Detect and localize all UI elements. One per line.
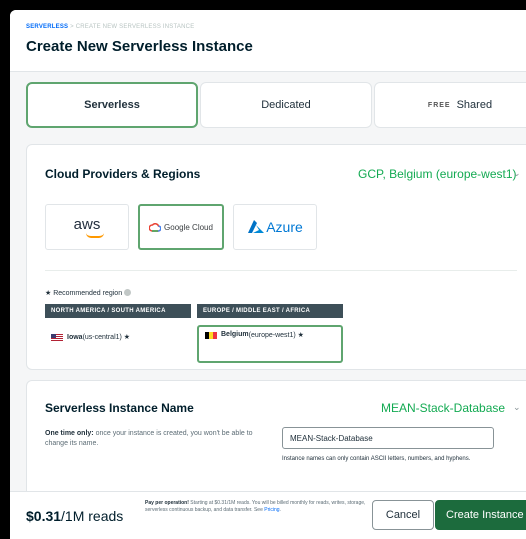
instance-name-summary[interactable]: MEAN-Stack-Database xyxy=(381,401,505,415)
google-cloud-icon xyxy=(149,222,162,232)
azure-label: Azure xyxy=(266,219,303,235)
google-cloud-logo: Google Cloud xyxy=(149,222,213,232)
chevron-down-icon[interactable]: ⌄ xyxy=(513,402,521,413)
region-belgium-name: Belgium xyxy=(221,331,249,338)
aws-smile-icon xyxy=(86,233,104,238)
page-title: Create New Serverless Instance xyxy=(26,38,253,55)
azure-logo: Azure xyxy=(247,219,303,235)
recommended-region-label: ★ Recommended region xyxy=(45,289,132,297)
free-badge: FREE xyxy=(427,101,451,109)
instance-name-card: Serverless Instance Name MEAN-Stack-Data… xyxy=(26,380,526,500)
instance-name-input[interactable] xyxy=(282,427,494,449)
region-group-americas-header: NORTH AMERICA / SOUTH AMERICA xyxy=(45,304,191,318)
pricing-note: Pay per operation! Starting at $0.31/1M … xyxy=(145,500,375,514)
region-iowa-option[interactable]: Iowa (us-central1) ★ xyxy=(51,331,130,343)
instance-name-title: Serverless Instance Name xyxy=(45,401,194,415)
tab-dedicated[interactable]: Dedicated xyxy=(200,82,372,128)
azure-icon xyxy=(248,220,265,233)
breadcrumb: SERVERLESS > CREATE NEW SERVERLESS INSTA… xyxy=(26,24,194,30)
region-belgium-code: (europe-west1) ★ xyxy=(248,332,304,339)
instance-name-hint: Instance names can only contain ASCII le… xyxy=(282,456,471,462)
provider-list: aws Google Cloud Azure xyxy=(45,204,525,250)
tab-shared[interactable]: FREE Shared xyxy=(374,82,526,128)
chevron-down-icon[interactable]: ⌄ xyxy=(513,168,521,179)
section-divider xyxy=(45,270,517,271)
breadcrumb-current: CREATE NEW SERVERLESS INSTANCE xyxy=(75,24,195,30)
breadcrumb-separator: > xyxy=(68,24,76,30)
breadcrumb-serverless-link[interactable]: SERVERLESS xyxy=(26,24,68,30)
aws-logo-text: aws xyxy=(73,215,101,233)
pricing-link[interactable]: Pricing xyxy=(264,507,279,513)
belgium-flag-icon xyxy=(205,332,217,339)
tab-serverless-label: Serverless xyxy=(84,99,140,111)
info-icon[interactable] xyxy=(124,289,132,296)
provider-google-cloud-tile[interactable]: Google Cloud xyxy=(138,204,224,250)
tab-shared-label: Shared xyxy=(456,99,493,111)
create-instance-button[interactable]: Create Instance xyxy=(435,500,526,530)
pricing-note-emphasis: Pay per operation! xyxy=(145,500,189,506)
pricing-note-end: . xyxy=(279,507,281,513)
app-window: SERVERLESS > CREATE NEW SERVERLESS INSTA… xyxy=(10,10,526,539)
region-iowa-name: Iowa xyxy=(67,333,83,341)
us-flag-icon xyxy=(51,333,63,341)
tier-tabs: Serverless Dedicated FREE Shared xyxy=(26,82,526,128)
price-unit: /1M reads xyxy=(61,508,124,524)
recommended-region-text: ★ Recommended region xyxy=(45,290,123,297)
instance-name-note: One time only: once your instance is cre… xyxy=(45,429,270,449)
price-display: $0.31/1M reads xyxy=(26,508,123,524)
page-header: SERVERLESS > CREATE NEW SERVERLESS INSTA… xyxy=(10,10,526,72)
provider-azure-tile[interactable]: Azure xyxy=(233,204,317,250)
tab-dedicated-label: Dedicated xyxy=(261,99,311,111)
region-belgium-option[interactable]: Belgium (europe-west1) ★ xyxy=(197,325,343,363)
cloud-providers-card: Cloud Providers & Regions GCP, Belgium (… xyxy=(26,144,526,370)
google-cloud-label: Google Cloud xyxy=(164,222,213,232)
footer-bar: $0.31/1M reads Pay per operation! Starti… xyxy=(10,491,526,539)
region-iowa-code: (us-central1) ★ xyxy=(82,334,131,341)
tab-serverless[interactable]: Serverless xyxy=(26,82,198,128)
cloud-providers-title: Cloud Providers & Regions xyxy=(45,167,201,181)
provider-aws-tile[interactable]: aws xyxy=(45,204,129,250)
cloud-summary[interactable]: GCP, Belgium (europe-west1) xyxy=(358,167,517,181)
cancel-button[interactable]: Cancel xyxy=(372,500,434,530)
region-group-emea-header: EUROPE / MIDDLE EAST / AFRICA xyxy=(197,304,343,318)
price-amount: $0.31 xyxy=(26,508,62,524)
note-emphasis: One time only: xyxy=(45,430,94,437)
